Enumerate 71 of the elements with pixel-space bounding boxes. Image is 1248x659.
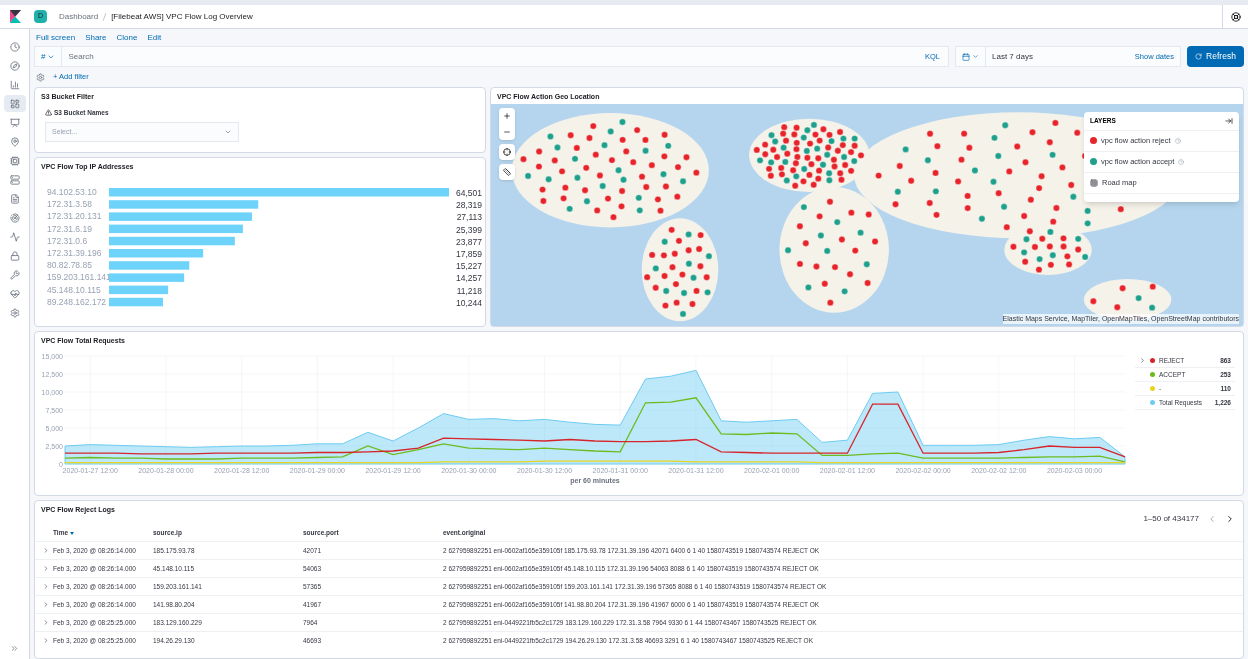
crosshair-icon[interactable] bbox=[503, 148, 511, 156]
bar-value: 17,859 bbox=[456, 249, 482, 259]
bar-label: 172.31.39.196 bbox=[47, 248, 102, 258]
bar bbox=[109, 285, 169, 295]
plus-icon[interactable] bbox=[503, 112, 511, 120]
bar bbox=[109, 297, 163, 307]
calendar-icon[interactable] bbox=[962, 52, 970, 61]
sort-caret-icon[interactable] bbox=[70, 531, 75, 535]
radar-icon bbox=[9, 212, 20, 223]
settings-icon bbox=[9, 307, 20, 318]
wrench-icon bbox=[9, 269, 20, 280]
bar-label: 172.31.6.19 bbox=[47, 223, 92, 234]
collapse-icon[interactable] bbox=[10, 644, 19, 653]
pulse-icon bbox=[9, 231, 20, 242]
bar-value: 11,218 bbox=[456, 285, 482, 296]
chevron-icon[interactable] bbox=[1139, 357, 1146, 364]
refresh-icon[interactable] bbox=[1195, 53, 1203, 60]
heart-pulse-icon bbox=[9, 288, 20, 299]
search-input[interactable]: Search bbox=[68, 50, 917, 63]
language-toggle[interactable]: # bbox=[35, 47, 63, 66]
bar-value: 14,257 bbox=[456, 273, 482, 284]
help-icon[interactable] bbox=[1230, 11, 1241, 22]
collapse-icon[interactable] bbox=[1225, 116, 1233, 125]
clock-icon bbox=[1174, 137, 1181, 144]
next-page-icon[interactable] bbox=[1225, 514, 1235, 524]
settings-icon[interactable] bbox=[36, 72, 45, 82]
previous-page-icon[interactable] bbox=[1207, 514, 1217, 524]
minus-icon[interactable] bbox=[503, 128, 511, 136]
bar-value: 27,113 bbox=[456, 212, 482, 223]
compass-icon bbox=[9, 60, 20, 71]
bar-label: 94.102.53.10 bbox=[47, 187, 97, 197]
grid-icon bbox=[1090, 178, 1098, 187]
nav-item[interactable] bbox=[3, 95, 26, 112]
bar-label: 80.82.78.85 bbox=[47, 260, 92, 271]
chip-icon bbox=[9, 155, 20, 166]
bar-label: 89.248.162.172 bbox=[47, 296, 107, 307]
top-link[interactable]: Full screen bbox=[36, 31, 76, 44]
bar-label: 45.148.10.115 bbox=[47, 284, 101, 295]
warning-icon bbox=[45, 109, 52, 117]
fit-button[interactable] bbox=[499, 144, 515, 160]
bar-value: 25,399 bbox=[456, 224, 482, 235]
pagination-text: 1–50 of 434177 bbox=[1143, 513, 1199, 525]
bar-label: 172.31.3.58 bbox=[47, 199, 92, 210]
dashboard-icon bbox=[9, 98, 20, 109]
lock-icon bbox=[9, 250, 20, 261]
easel-icon bbox=[9, 117, 20, 128]
bar-value: 28,319 bbox=[456, 200, 482, 211]
bar-label: 172.31.20.131 bbox=[47, 211, 102, 222]
document-icon bbox=[9, 193, 20, 204]
ruler-icon[interactable] bbox=[503, 168, 511, 176]
bar-label: 159.203.161.141 bbox=[47, 272, 111, 283]
top-link[interactable]: Edit bbox=[147, 31, 162, 44]
clock-icon bbox=[1178, 158, 1185, 165]
breadcrumb: [Filebeat AWS] VPC Flow Log Overview bbox=[111, 10, 253, 23]
top-link[interactable]: Clone bbox=[116, 31, 138, 44]
bar-value: 64,501 bbox=[456, 188, 482, 198]
top-link[interactable]: Share bbox=[85, 31, 107, 44]
refresh-button[interactable]: Refresh bbox=[1187, 46, 1244, 67]
time-range[interactable]: Last 7 days bbox=[992, 50, 1129, 63]
measure-button[interactable] bbox=[499, 164, 515, 180]
clock-icon bbox=[9, 41, 20, 52]
kibana-logo-icon[interactable] bbox=[9, 10, 21, 23]
bar-chart-icon bbox=[9, 79, 20, 90]
caret-icon[interactable] bbox=[972, 53, 979, 60]
map-pin-icon bbox=[9, 136, 20, 147]
bar-value: 15,227 bbox=[456, 261, 482, 272]
server-icon bbox=[9, 174, 20, 185]
bar-label: 172.31.0.6 bbox=[47, 235, 88, 246]
bar-value: 23,877 bbox=[456, 236, 482, 247]
bar-value: 10,244 bbox=[456, 297, 482, 308]
breadcrumb[interactable]: Dashboard bbox=[59, 10, 99, 23]
